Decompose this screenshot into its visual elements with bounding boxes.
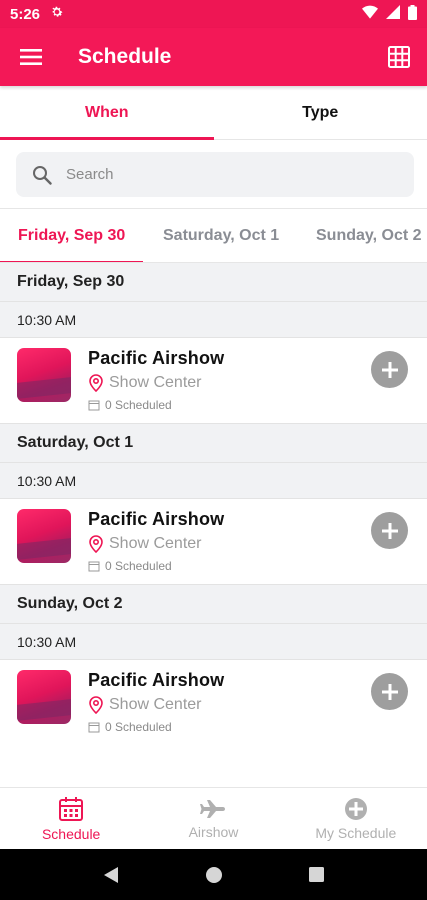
status-bar: 5:26 — [0, 0, 427, 28]
plus-circle-icon — [344, 797, 367, 820]
status-time: 5:26 — [10, 5, 41, 23]
event-scheduled: 0 Scheduled — [88, 398, 172, 412]
plus-icon — [381, 361, 398, 378]
add-to-schedule-button[interactable] — [371, 512, 408, 549]
event-thumbnail — [17, 670, 71, 724]
battery-icon — [408, 4, 417, 24]
time-header: 10:30 AM — [0, 463, 427, 499]
nav-my-schedule[interactable]: My Schedule — [285, 788, 427, 849]
location-pin-icon — [89, 535, 103, 553]
time-header: 10:30 AM — [0, 624, 427, 660]
event-item[interactable]: Pacific Airshow Show Center 0 Scheduled — [0, 338, 427, 424]
add-to-schedule-button[interactable] — [371, 673, 408, 710]
recents-icon[interactable] — [308, 867, 324, 882]
airplane-icon — [200, 799, 226, 818]
nav-airshow-label: Airshow — [188, 823, 239, 840]
date-tab-sun-oct-2[interactable]: Sunday, Oct 2 — [316, 209, 422, 262]
hamburger-menu-icon — [20, 49, 42, 65]
tab-when[interactable]: When — [0, 86, 214, 140]
day-header: Saturday, Oct 1 — [0, 424, 427, 463]
event-scheduled: 0 Scheduled — [88, 559, 172, 573]
bottom-navigation: Schedule Airshow My Schedule — [0, 787, 427, 849]
location-pin-icon — [89, 374, 103, 392]
nav-schedule-label: Schedule — [41, 825, 101, 842]
event-name: Pacific Airshow — [88, 670, 225, 690]
event-name: Pacific Airshow — [88, 348, 225, 368]
add-to-schedule-button[interactable] — [371, 351, 408, 388]
calendar-icon — [88, 400, 100, 411]
event-name: Pacific Airshow — [88, 509, 225, 529]
event-thumbnail — [17, 348, 71, 402]
tab-type[interactable]: Type — [214, 86, 427, 139]
event-location-label: Show Center — [109, 535, 202, 552]
signal-icon — [386, 5, 400, 23]
calendar-icon — [59, 796, 84, 821]
event-scheduled: 0 Scheduled — [88, 720, 172, 734]
event-scheduled-count: 0 Scheduled — [105, 559, 172, 573]
back-icon[interactable] — [103, 866, 119, 884]
calendar-icon — [88, 722, 100, 733]
nav-airshow[interactable]: Airshow — [142, 788, 284, 849]
event-location: Show Center — [88, 374, 202, 392]
event-location-label: Show Center — [109, 374, 202, 391]
app-bar: Schedule — [0, 28, 427, 86]
system-navigation-bar — [0, 849, 427, 900]
event-scheduled-count: 0 Scheduled — [105, 398, 172, 412]
date-tab-fri-sep-30[interactable]: Friday, Sep 30 — [0, 209, 144, 262]
plus-icon — [381, 683, 398, 700]
day-header: Sunday, Oct 2 — [0, 585, 427, 624]
search-bar — [16, 152, 414, 197]
nav-my-schedule-label: My Schedule — [315, 824, 397, 841]
schedule-list: Friday, Sep 30 10:30 AM Pacific Airshow … — [0, 263, 427, 746]
menu-button[interactable] — [0, 28, 62, 86]
day-header: Friday, Sep 30 — [0, 263, 427, 302]
wifi-icon — [362, 5, 378, 23]
event-location: Show Center — [88, 696, 202, 714]
date-tabs: Friday, Sep 30 Saturday, Oct 1 Sunday, O… — [0, 208, 427, 263]
date-tab-sat-oct-1[interactable]: Saturday, Oct 1 — [163, 209, 279, 262]
event-location-label: Show Center — [109, 696, 202, 713]
event-location: Show Center — [88, 535, 202, 553]
page-title: Schedule — [78, 45, 172, 68]
event-item[interactable]: Pacific Airshow Show Center 0 Scheduled — [0, 499, 427, 585]
settings-gear-icon — [50, 5, 64, 23]
search-input[interactable] — [66, 166, 366, 183]
location-pin-icon — [89, 696, 103, 714]
schedule-filter-tabs: When Type — [0, 86, 427, 140]
event-scheduled-count: 0 Scheduled — [105, 720, 172, 734]
calendar-icon — [88, 561, 100, 572]
home-icon[interactable] — [205, 866, 222, 883]
plus-icon — [381, 522, 398, 539]
grid-view-button[interactable] — [371, 28, 427, 86]
nav-schedule[interactable]: Schedule — [0, 788, 142, 849]
event-item[interactable]: Pacific Airshow Show Center 0 Scheduled — [0, 660, 427, 746]
event-thumbnail — [17, 509, 71, 563]
search-icon — [33, 165, 52, 185]
time-header: 10:30 AM — [0, 302, 427, 338]
grid-icon — [388, 46, 410, 68]
